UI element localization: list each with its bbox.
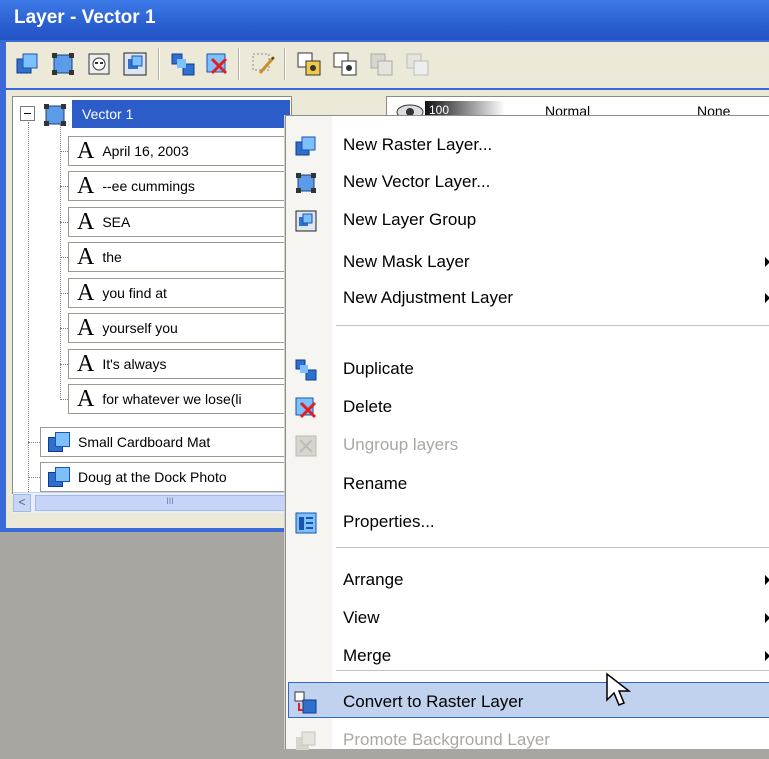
scroll-left-button[interactable]: <: [13, 494, 31, 512]
link-layer-icon[interactable]: [368, 51, 394, 77]
menu-item-new-vector-layer[interactable]: New Vector Layer...: [286, 163, 769, 201]
menu-item-arrange[interactable]: Arrange: [286, 561, 769, 599]
text-layer-icon: A: [77, 138, 95, 164]
scroll-thumb[interactable]: III: [35, 495, 305, 511]
new-vector-layer-icon: [294, 171, 318, 195]
context-menu: New Raster Layer... New Vector Layer... Ne…: [285, 115, 769, 750]
menu-item-properties[interactable]: Properties...: [286, 503, 769, 541]
duplicate-layer-icon[interactable]: [170, 51, 196, 77]
tree-item-text-layer[interactable]: Ayou find at: [68, 278, 290, 308]
submenu-arrow-icon: [765, 257, 769, 267]
vector-layer-icon: [42, 102, 68, 133]
horizontal-scrollbar[interactable]: < III: [13, 492, 305, 513]
duplicate-icon: [294, 358, 318, 382]
text-layer-icon: A: [77, 315, 95, 341]
new-raster-layer-icon[interactable]: [14, 51, 40, 77]
tree-item-text-layer[interactable]: A April 16, 2003: [68, 136, 290, 166]
text-layer-icon: A: [77, 244, 95, 270]
text-layer-icon: A: [77, 280, 95, 306]
menu-item-new-adjustment-layer[interactable]: New Adjustment Layer: [286, 279, 769, 317]
raster-layer-icon: [48, 432, 70, 452]
new-raster-layer-icon: [294, 134, 318, 158]
lock-transparency-icon[interactable]: [404, 51, 430, 77]
collapse-toggle[interactable]: [20, 106, 35, 121]
menu-item-view[interactable]: View: [286, 599, 769, 637]
window-title: Layer - Vector 1: [14, 7, 156, 28]
tree-item-doug-at-the-dock-photo[interactable]: Doug at the Dock Photo: [40, 462, 290, 492]
tree-item-text-layer[interactable]: A SEA: [68, 207, 290, 237]
menu-item-new-layer-group[interactable]: New Layer Group: [286, 201, 769, 239]
menu-item-duplicate[interactable]: Duplicate: [286, 350, 769, 388]
new-vector-layer-icon[interactable]: [50, 51, 76, 77]
view-overlay-icon[interactable]: [296, 51, 322, 77]
tree-item-text-layer[interactable]: A --ee cummings: [68, 171, 290, 201]
tree-item-small-cardboard-mat[interactable]: Small Cardboard Mat: [40, 427, 290, 457]
ungroup-icon: [294, 434, 318, 458]
menu-item-new-raster-layer[interactable]: New Raster Layer...: [286, 126, 769, 164]
submenu-arrow-icon: [765, 651, 769, 661]
menu-item-promote-background-layer: Promote Background Layer: [286, 721, 769, 759]
new-mask-layer-icon[interactable]: [86, 51, 112, 77]
properties-icon: [294, 511, 318, 535]
menu-item-ungroup-layers: Ungroup layers: [286, 426, 769, 464]
menu-item-delete[interactable]: Delete: [286, 388, 769, 426]
submenu-arrow-icon: [765, 293, 769, 303]
delete-icon: [294, 396, 318, 420]
menu-item-new-mask-layer[interactable]: New Mask Layer: [286, 243, 769, 281]
raster-layer-icon: [48, 467, 70, 487]
text-layer-icon: A: [77, 386, 95, 412]
edit-selection-icon[interactable]: [250, 51, 276, 77]
submenu-arrow-icon: [765, 575, 769, 585]
tree-item-text-layer[interactable]: A It's always: [68, 349, 290, 379]
menu-item-convert-to-raster-layer[interactable]: Convert to Raster Layer: [286, 683, 769, 721]
new-layer-group-icon[interactable]: [122, 51, 148, 77]
promote-background-icon: [294, 729, 318, 753]
menu-item-rename[interactable]: Rename: [286, 465, 769, 503]
title-bar[interactable]: Layer - Vector 1: [0, 0, 769, 40]
text-layer-icon: A: [77, 351, 95, 377]
highlight-layer-icon[interactable]: [332, 51, 358, 77]
text-layer-icon: A: [77, 209, 95, 235]
text-layer-icon: A: [77, 173, 95, 199]
submenu-arrow-icon: [765, 613, 769, 623]
menu-separator: [336, 325, 769, 326]
tree-item-text-layer[interactable]: Ayourself you: [68, 313, 290, 343]
menu-separator: [336, 547, 769, 548]
toolbar: [6, 42, 769, 88]
menu-separator: [336, 670, 769, 671]
tree-item-vector-1[interactable]: Vector 1: [72, 100, 290, 128]
mouse-cursor-icon: [606, 672, 632, 706]
tree-item-text-layer[interactable]: Athe: [68, 242, 290, 272]
tree-item-text-layer[interactable]: Afor whatever we lose(li: [68, 384, 290, 414]
new-layer-group-icon: [294, 209, 318, 233]
convert-raster-icon: [294, 691, 318, 715]
delete-layer-icon[interactable]: [204, 51, 230, 77]
